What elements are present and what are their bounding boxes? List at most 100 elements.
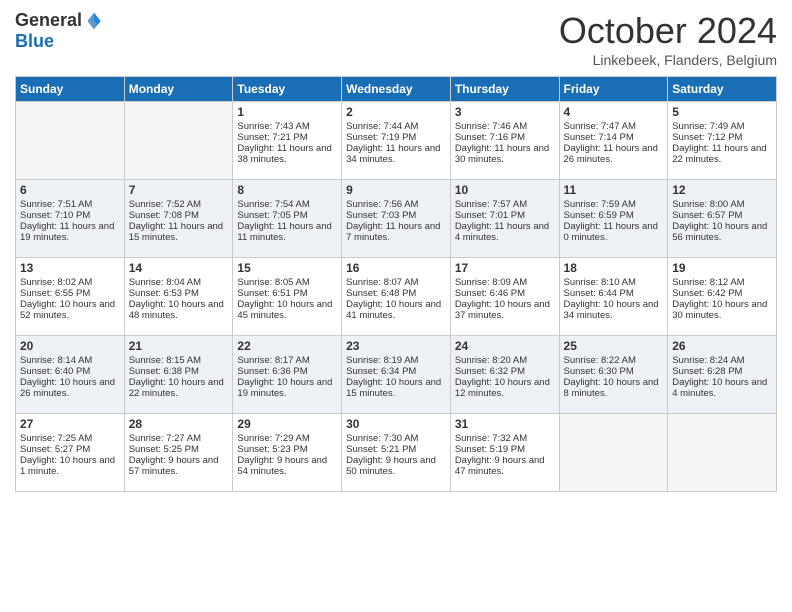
- calendar-day-cell: 5Sunrise: 7:49 AMSunset: 7:12 PMDaylight…: [668, 102, 777, 180]
- sunset: Sunset: 7:16 PM: [455, 132, 525, 143]
- sunrise: Sunrise: 7:30 AM: [346, 433, 418, 444]
- sunrise: Sunrise: 7:57 AM: [455, 199, 527, 210]
- daylight: Daylight: 11 hours and 7 minutes.: [346, 221, 440, 243]
- sunrise: Sunrise: 7:43 AM: [237, 121, 309, 132]
- logo: General Blue: [15, 10, 104, 52]
- daylight: Daylight: 10 hours and 41 minutes.: [346, 299, 441, 321]
- day-number: 17: [455, 261, 555, 275]
- day-number: 27: [20, 417, 120, 431]
- day-number: 5: [672, 105, 772, 119]
- calendar-day-cell: [668, 414, 777, 492]
- daylight: Daylight: 9 hours and 54 minutes.: [237, 455, 327, 477]
- day-number: 15: [237, 261, 337, 275]
- sunrise: Sunrise: 7:27 AM: [129, 433, 201, 444]
- daylight: Daylight: 10 hours and 8 minutes.: [564, 377, 659, 399]
- daylight: Daylight: 11 hours and 34 minutes.: [346, 143, 440, 165]
- calendar-day-cell: 17Sunrise: 8:09 AMSunset: 6:46 PMDayligh…: [450, 258, 559, 336]
- daylight: Daylight: 11 hours and 22 minutes.: [672, 143, 766, 165]
- day-number: 25: [564, 339, 664, 353]
- sunrise: Sunrise: 7:51 AM: [20, 199, 92, 210]
- logo-general: General: [15, 10, 82, 31]
- daylight: Daylight: 11 hours and 0 minutes.: [564, 221, 658, 243]
- daylight: Daylight: 11 hours and 30 minutes.: [455, 143, 549, 165]
- calendar-day-cell: 7Sunrise: 7:52 AMSunset: 7:08 PMDaylight…: [124, 180, 233, 258]
- sunset: Sunset: 6:59 PM: [564, 210, 634, 221]
- sunrise: Sunrise: 8:14 AM: [20, 355, 92, 366]
- col-sunday: Sunday: [16, 77, 125, 102]
- calendar-day-cell: 16Sunrise: 8:07 AMSunset: 6:48 PMDayligh…: [342, 258, 451, 336]
- sunset: Sunset: 5:27 PM: [20, 444, 90, 455]
- page: General Blue October 2024 Linkebeek, Fla…: [0, 0, 792, 502]
- calendar-day-cell: 8Sunrise: 7:54 AMSunset: 7:05 PMDaylight…: [233, 180, 342, 258]
- daylight: Daylight: 10 hours and 56 minutes.: [672, 221, 767, 243]
- logo-blue: Blue: [15, 31, 54, 51]
- daylight: Daylight: 10 hours and 15 minutes.: [346, 377, 441, 399]
- calendar-day-cell: 9Sunrise: 7:56 AMSunset: 7:03 PMDaylight…: [342, 180, 451, 258]
- calendar-day-cell: 18Sunrise: 8:10 AMSunset: 6:44 PMDayligh…: [559, 258, 668, 336]
- daylight: Daylight: 10 hours and 12 minutes.: [455, 377, 550, 399]
- day-number: 30: [346, 417, 446, 431]
- day-number: 24: [455, 339, 555, 353]
- sunset: Sunset: 7:12 PM: [672, 132, 742, 143]
- day-number: 16: [346, 261, 446, 275]
- daylight: Daylight: 10 hours and 4 minutes.: [672, 377, 767, 399]
- day-number: 10: [455, 183, 555, 197]
- daylight: Daylight: 9 hours and 57 minutes.: [129, 455, 219, 477]
- calendar-day-cell: 26Sunrise: 8:24 AMSunset: 6:28 PMDayligh…: [668, 336, 777, 414]
- sunset: Sunset: 6:53 PM: [129, 288, 199, 299]
- sunset: Sunset: 7:19 PM: [346, 132, 416, 143]
- calendar-day-cell: 28Sunrise: 7:27 AMSunset: 5:25 PMDayligh…: [124, 414, 233, 492]
- calendar-day-cell: 20Sunrise: 8:14 AMSunset: 6:40 PMDayligh…: [16, 336, 125, 414]
- calendar-day-cell: 2Sunrise: 7:44 AMSunset: 7:19 PMDaylight…: [342, 102, 451, 180]
- day-number: 1: [237, 105, 337, 119]
- calendar-week-row: 20Sunrise: 8:14 AMSunset: 6:40 PMDayligh…: [16, 336, 777, 414]
- day-number: 3: [455, 105, 555, 119]
- sunset: Sunset: 7:10 PM: [20, 210, 90, 221]
- sunset: Sunset: 7:03 PM: [346, 210, 416, 221]
- day-number: 29: [237, 417, 337, 431]
- sunrise: Sunrise: 8:15 AM: [129, 355, 201, 366]
- daylight: Daylight: 9 hours and 47 minutes.: [455, 455, 545, 477]
- month-title: October 2024: [559, 10, 777, 52]
- sunset: Sunset: 6:30 PM: [564, 366, 634, 377]
- calendar-day-cell: 27Sunrise: 7:25 AMSunset: 5:27 PMDayligh…: [16, 414, 125, 492]
- daylight: Daylight: 10 hours and 45 minutes.: [237, 299, 332, 321]
- sunset: Sunset: 6:51 PM: [237, 288, 307, 299]
- day-number: 14: [129, 261, 229, 275]
- sunset: Sunset: 6:44 PM: [564, 288, 634, 299]
- daylight: Daylight: 10 hours and 34 minutes.: [564, 299, 659, 321]
- day-number: 12: [672, 183, 772, 197]
- calendar-day-cell: [124, 102, 233, 180]
- calendar-day-cell: 1Sunrise: 7:43 AMSunset: 7:21 PMDaylight…: [233, 102, 342, 180]
- daylight: Daylight: 11 hours and 15 minutes.: [129, 221, 223, 243]
- sunrise: Sunrise: 8:09 AM: [455, 277, 527, 288]
- sunrise: Sunrise: 7:47 AM: [564, 121, 636, 132]
- sunset: Sunset: 6:38 PM: [129, 366, 199, 377]
- calendar-day-cell: 19Sunrise: 8:12 AMSunset: 6:42 PMDayligh…: [668, 258, 777, 336]
- calendar-day-cell: 6Sunrise: 7:51 AMSunset: 7:10 PMDaylight…: [16, 180, 125, 258]
- sunrise: Sunrise: 8:24 AM: [672, 355, 744, 366]
- sunset: Sunset: 6:34 PM: [346, 366, 416, 377]
- col-saturday: Saturday: [668, 77, 777, 102]
- col-friday: Friday: [559, 77, 668, 102]
- daylight: Daylight: 10 hours and 52 minutes.: [20, 299, 115, 321]
- day-number: 20: [20, 339, 120, 353]
- col-wednesday: Wednesday: [342, 77, 451, 102]
- location-subtitle: Linkebeek, Flanders, Belgium: [559, 52, 777, 68]
- sunrise: Sunrise: 7:52 AM: [129, 199, 201, 210]
- calendar-day-cell: [16, 102, 125, 180]
- sunrise: Sunrise: 7:44 AM: [346, 121, 418, 132]
- col-thursday: Thursday: [450, 77, 559, 102]
- day-number: 4: [564, 105, 664, 119]
- day-number: 21: [129, 339, 229, 353]
- sunset: Sunset: 6:55 PM: [20, 288, 90, 299]
- day-number: 18: [564, 261, 664, 275]
- day-number: 28: [129, 417, 229, 431]
- day-number: 23: [346, 339, 446, 353]
- sunset: Sunset: 7:21 PM: [237, 132, 307, 143]
- daylight: Daylight: 11 hours and 11 minutes.: [237, 221, 331, 243]
- sunset: Sunset: 6:36 PM: [237, 366, 307, 377]
- daylight: Daylight: 10 hours and 26 minutes.: [20, 377, 115, 399]
- header-row: Sunday Monday Tuesday Wednesday Thursday…: [16, 77, 777, 102]
- day-number: 19: [672, 261, 772, 275]
